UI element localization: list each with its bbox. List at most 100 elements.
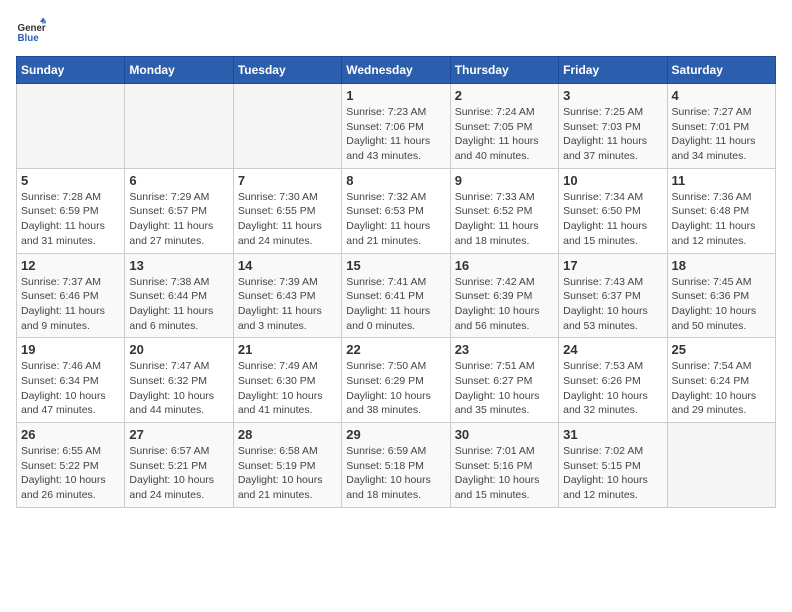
day-number: 30 bbox=[455, 427, 554, 442]
day-number: 26 bbox=[21, 427, 120, 442]
weekday-header-row: SundayMondayTuesdayWednesdayThursdayFrid… bbox=[17, 57, 776, 84]
calendar-cell: 22 Sunrise: 7:50 AMSunset: 6:29 PMDayligh… bbox=[342, 338, 450, 423]
calendar-body: 1 Sunrise: 7:23 AMSunset: 7:06 PMDaylight… bbox=[17, 84, 776, 508]
calendar-cell: 29Sunrise: 6:59 AMSunset: 5:18 PMDayligh… bbox=[342, 423, 450, 508]
day-number: 13 bbox=[129, 258, 228, 273]
logo: General Blue bbox=[16, 16, 50, 46]
day-number: 1 bbox=[346, 88, 445, 103]
calendar-cell: 12Sunrise: 7:37 AMSunset: 6:46 PMDayligh… bbox=[17, 253, 125, 338]
day-info: Sunrise: 7:27 AMSunset: 7:01 PMDaylight:… bbox=[672, 105, 771, 164]
day-number: 2 bbox=[455, 88, 554, 103]
day-info: Sunrise: 7:54 AMSunset: 6:24 PMDaylight:… bbox=[672, 359, 771, 418]
day-number: 9 bbox=[455, 173, 554, 188]
calendar-cell: 15 Sunrise: 7:41 AMSunset: 6:41 PMDayligh… bbox=[342, 253, 450, 338]
calendar-cell: 28 Sunrise: 6:58 AMSunset: 5:19 PMDayligh… bbox=[233, 423, 341, 508]
day-number: 11 bbox=[672, 173, 771, 188]
day-info: Sunrise: 7:23 AMSunset: 7:06 PMDaylight:… bbox=[346, 105, 445, 164]
day-info: Sunrise: 6:58 AMSunset: 5:19 PMDaylight:… bbox=[238, 444, 337, 503]
day-info: Sunrise: 7:51 AMSunset: 6:27 PMDaylight:… bbox=[455, 359, 554, 418]
calendar-cell: 1 Sunrise: 7:23 AMSunset: 7:06 PMDaylight… bbox=[342, 84, 450, 169]
day-info: Sunrise: 7:53 AMSunset: 6:26 PMDaylight:… bbox=[563, 359, 662, 418]
day-info: Sunrise: 7:29 AMSunset: 6:57 PMDaylight:… bbox=[129, 190, 228, 249]
weekday-header-wednesday: Wednesday bbox=[342, 57, 450, 84]
calendar-week-row: 12Sunrise: 7:37 AMSunset: 6:46 PMDayligh… bbox=[17, 253, 776, 338]
svg-text:Blue: Blue bbox=[18, 33, 40, 44]
calendar-cell: 23Sunrise: 7:51 AMSunset: 6:27 PMDayligh… bbox=[450, 338, 558, 423]
calendar-week-row: 1 Sunrise: 7:23 AMSunset: 7:06 PMDaylight… bbox=[17, 84, 776, 169]
weekday-header-tuesday: Tuesday bbox=[233, 57, 341, 84]
day-info: Sunrise: 7:49 AMSunset: 6:30 PMDaylight:… bbox=[238, 359, 337, 418]
weekday-header-saturday: Saturday bbox=[667, 57, 775, 84]
calendar-table: SundayMondayTuesdayWednesdayThursdayFrid… bbox=[16, 56, 776, 508]
calendar-cell: 6Sunrise: 7:29 AMSunset: 6:57 PMDaylight… bbox=[125, 168, 233, 253]
weekday-header-friday: Friday bbox=[559, 57, 667, 84]
day-number: 21 bbox=[238, 342, 337, 357]
day-info: Sunrise: 7:39 AMSunset: 6:43 PMDaylight:… bbox=[238, 275, 337, 334]
day-info: Sunrise: 7:24 AMSunset: 7:05 PMDaylight:… bbox=[455, 105, 554, 164]
calendar-cell: 2 Sunrise: 7:24 AMSunset: 7:05 PMDaylight… bbox=[450, 84, 558, 169]
day-info: Sunrise: 7:45 AMSunset: 6:36 PMDaylight:… bbox=[672, 275, 771, 334]
day-number: 10 bbox=[563, 173, 662, 188]
calendar-week-row: 19 Sunrise: 7:46 AMSunset: 6:34 PMDayligh… bbox=[17, 338, 776, 423]
calendar-cell bbox=[233, 84, 341, 169]
weekday-header-thursday: Thursday bbox=[450, 57, 558, 84]
day-number: 12 bbox=[21, 258, 120, 273]
calendar-cell: 31 Sunrise: 7:02 AMSunset: 5:15 PMDayligh… bbox=[559, 423, 667, 508]
day-info: Sunrise: 7:28 AMSunset: 6:59 PMDaylight:… bbox=[21, 190, 120, 249]
calendar-cell: 14 Sunrise: 7:39 AMSunset: 6:43 PMDayligh… bbox=[233, 253, 341, 338]
calendar-cell bbox=[667, 423, 775, 508]
day-number: 17 bbox=[563, 258, 662, 273]
day-number: 7 bbox=[238, 173, 337, 188]
day-info: Sunrise: 6:57 AMSunset: 5:21 PMDaylight:… bbox=[129, 444, 228, 503]
weekday-header-sunday: Sunday bbox=[17, 57, 125, 84]
calendar-cell: 21 Sunrise: 7:49 AMSunset: 6:30 PMDayligh… bbox=[233, 338, 341, 423]
calendar-cell bbox=[17, 84, 125, 169]
calendar-cell: 7 Sunrise: 7:30 AMSunset: 6:55 PMDaylight… bbox=[233, 168, 341, 253]
day-info: Sunrise: 7:50 AMSunset: 6:29 PMDaylight:… bbox=[346, 359, 445, 418]
calendar-week-row: 26 Sunrise: 6:55 AMSunset: 5:22 PMDayligh… bbox=[17, 423, 776, 508]
day-info: Sunrise: 7:02 AMSunset: 5:15 PMDaylight:… bbox=[563, 444, 662, 503]
day-info: Sunrise: 7:33 AMSunset: 6:52 PMDaylight:… bbox=[455, 190, 554, 249]
day-number: 14 bbox=[238, 258, 337, 273]
calendar-cell: 10 Sunrise: 7:34 AMSunset: 6:50 PMDayligh… bbox=[559, 168, 667, 253]
page-header: General Blue bbox=[16, 16, 776, 46]
day-info: Sunrise: 7:25 AMSunset: 7:03 PMDaylight:… bbox=[563, 105, 662, 164]
day-info: Sunrise: 7:38 AMSunset: 6:44 PMDaylight:… bbox=[129, 275, 228, 334]
day-info: Sunrise: 6:55 AMSunset: 5:22 PMDaylight:… bbox=[21, 444, 120, 503]
day-number: 18 bbox=[672, 258, 771, 273]
day-number: 20 bbox=[129, 342, 228, 357]
day-info: Sunrise: 6:59 AMSunset: 5:18 PMDaylight:… bbox=[346, 444, 445, 503]
day-info: Sunrise: 7:30 AMSunset: 6:55 PMDaylight:… bbox=[238, 190, 337, 249]
day-number: 31 bbox=[563, 427, 662, 442]
day-number: 15 bbox=[346, 258, 445, 273]
day-info: Sunrise: 7:41 AMSunset: 6:41 PMDaylight:… bbox=[346, 275, 445, 334]
day-number: 5 bbox=[21, 173, 120, 188]
calendar-cell: 5 Sunrise: 7:28 AMSunset: 6:59 PMDaylight… bbox=[17, 168, 125, 253]
calendar-cell: 16 Sunrise: 7:42 AMSunset: 6:39 PMDayligh… bbox=[450, 253, 558, 338]
calendar-cell: 20 Sunrise: 7:47 AMSunset: 6:32 PMDayligh… bbox=[125, 338, 233, 423]
day-number: 27 bbox=[129, 427, 228, 442]
calendar-cell: 25 Sunrise: 7:54 AMSunset: 6:24 PMDayligh… bbox=[667, 338, 775, 423]
calendar-cell: 19 Sunrise: 7:46 AMSunset: 6:34 PMDayligh… bbox=[17, 338, 125, 423]
calendar-cell: 3Sunrise: 7:25 AMSunset: 7:03 PMDaylight… bbox=[559, 84, 667, 169]
calendar-cell: 30Sunrise: 7:01 AMSunset: 5:16 PMDayligh… bbox=[450, 423, 558, 508]
calendar-cell: 17 Sunrise: 7:43 AMSunset: 6:37 PMDayligh… bbox=[559, 253, 667, 338]
calendar-cell: 26 Sunrise: 6:55 AMSunset: 5:22 PMDayligh… bbox=[17, 423, 125, 508]
day-number: 22 bbox=[346, 342, 445, 357]
day-info: Sunrise: 7:34 AMSunset: 6:50 PMDaylight:… bbox=[563, 190, 662, 249]
calendar-cell: 13 Sunrise: 7:38 AMSunset: 6:44 PMDayligh… bbox=[125, 253, 233, 338]
day-number: 19 bbox=[21, 342, 120, 357]
day-number: 28 bbox=[238, 427, 337, 442]
calendar-cell: 11Sunrise: 7:36 AMSunset: 6:48 PMDayligh… bbox=[667, 168, 775, 253]
day-info: Sunrise: 7:47 AMSunset: 6:32 PMDaylight:… bbox=[129, 359, 228, 418]
calendar-header: SundayMondayTuesdayWednesdayThursdayFrid… bbox=[17, 57, 776, 84]
logo-icon: General Blue bbox=[16, 16, 46, 46]
calendar-week-row: 5 Sunrise: 7:28 AMSunset: 6:59 PMDaylight… bbox=[17, 168, 776, 253]
day-number: 16 bbox=[455, 258, 554, 273]
day-info: Sunrise: 7:43 AMSunset: 6:37 PMDaylight:… bbox=[563, 275, 662, 334]
day-number: 25 bbox=[672, 342, 771, 357]
day-info: Sunrise: 7:42 AMSunset: 6:39 PMDaylight:… bbox=[455, 275, 554, 334]
day-info: Sunrise: 7:46 AMSunset: 6:34 PMDaylight:… bbox=[21, 359, 120, 418]
day-number: 8 bbox=[346, 173, 445, 188]
day-info: Sunrise: 7:32 AMSunset: 6:53 PMDaylight:… bbox=[346, 190, 445, 249]
